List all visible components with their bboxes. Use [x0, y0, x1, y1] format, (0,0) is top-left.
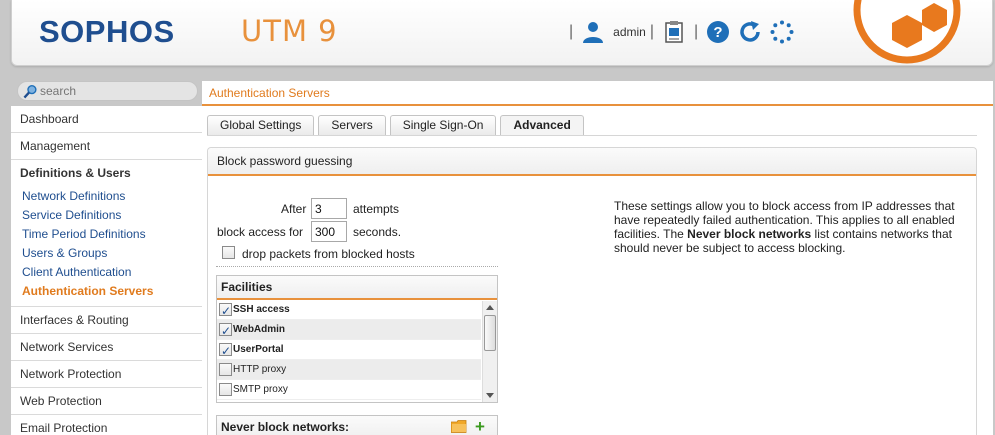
facility-checkbox[interactable] [219, 383, 232, 396]
drop-packets-checkbox[interactable] [222, 246, 235, 259]
tab-advanced[interactable]: Advanced [500, 115, 584, 136]
search-box [17, 81, 198, 101]
divider [207, 135, 977, 136]
block-access-label: block access for [217, 225, 304, 239]
header-tools: | admin | | ? [565, 18, 798, 46]
drop-packets-label: drop packets from blocked hosts [242, 247, 415, 261]
sidebar-item-interfaces-routing[interactable]: Interfaces & Routing [11, 307, 202, 334]
scroll-up-icon[interactable] [486, 305, 494, 310]
never-block-title: Never block networks: [221, 420, 350, 434]
sidebar-subitem-time-period-definitions[interactable]: Time Period Definitions [11, 225, 202, 244]
facilities-box: Facilities SSH access WebAdmin UserPorta… [216, 275, 498, 403]
tab-bar: Global Settings Servers Single Sign-On A… [207, 115, 588, 136]
sidebar-item-management[interactable]: Management [11, 133, 202, 160]
facility-checkbox[interactable] [219, 321, 232, 341]
clipboard-icon[interactable] [662, 20, 686, 44]
sophos-emblem-icon [853, 0, 961, 64]
add-icon[interactable]: + [475, 417, 485, 435]
separator: | [649, 23, 654, 40]
facility-label: WebAdmin [233, 324, 286, 335]
sidebar-nav: Dashboard Management Definitions & Users… [11, 106, 202, 435]
help-icon[interactable]: ? [706, 20, 730, 44]
tab-servers[interactable]: Servers [318, 115, 386, 136]
facilities-list: SSH access WebAdmin UserPortal HTTP prox… [217, 300, 481, 402]
block-password-guessing-section: Block password guessing After attempts b… [207, 147, 977, 435]
facility-http-proxy[interactable]: HTTP proxy [217, 360, 481, 380]
user-icon[interactable] [581, 20, 605, 44]
facilities-scrollbar[interactable] [482, 301, 497, 402]
divider [202, 104, 993, 106]
activity-icon[interactable] [770, 20, 794, 44]
search-input[interactable] [40, 83, 190, 99]
product-name: UTM 9 [241, 14, 338, 48]
facility-label: SMTP proxy [233, 384, 288, 395]
section-title: Block password guessing [208, 148, 976, 176]
tab-global-settings[interactable]: Global Settings [207, 115, 315, 136]
facilities-title: Facilities [217, 276, 497, 300]
scroll-down-icon[interactable] [486, 393, 494, 398]
facility-label: HTTP proxy [233, 364, 287, 375]
facility-ssh-access[interactable]: SSH access [217, 300, 481, 321]
separator: | [569, 23, 574, 40]
facility-userportal[interactable]: UserPortal [217, 340, 481, 361]
sidebar-subitem-network-definitions[interactable]: Network Definitions [11, 187, 202, 206]
separator: | [694, 23, 699, 40]
divider [216, 266, 498, 267]
brand-logo: SOPHOS [39, 14, 175, 49]
facility-smtp-proxy[interactable]: SMTP proxy [217, 380, 481, 400]
scroll-thumb[interactable] [484, 315, 496, 351]
facility-checkbox[interactable] [219, 341, 232, 361]
never-block-networks-box: Never block networks: + [216, 415, 498, 435]
svg-text:?: ? [714, 24, 723, 41]
sidebar-subitem-service-definitions[interactable]: Service Definitions [11, 206, 202, 225]
facility-webadmin[interactable]: WebAdmin [217, 320, 481, 341]
sidebar-subitem-users-groups[interactable]: Users & Groups [11, 244, 202, 263]
app-header: SOPHOS UTM 9 | admin | | ? [11, 0, 993, 66]
facility-label: UserPortal [233, 344, 284, 355]
sidebar-item-web-protection[interactable]: Web Protection [11, 388, 202, 415]
user-name[interactable]: admin [613, 25, 646, 39]
help-text-bold: Never block networks [687, 227, 812, 241]
sidebar-item-network-protection[interactable]: Network Protection [11, 361, 202, 388]
seconds-input[interactable] [311, 221, 347, 242]
breadcrumb: Authentication Servers [209, 86, 330, 100]
seconds-label: seconds. [353, 225, 402, 239]
attempts-label: attempts [353, 202, 400, 216]
facility-checkbox[interactable] [219, 301, 232, 321]
facility-checkbox[interactable] [219, 363, 232, 376]
after-label: After [281, 202, 307, 216]
reload-icon[interactable] [738, 20, 762, 44]
sidebar-item-definitions-users[interactable]: Definitions & Users [11, 160, 202, 187]
help-text: These settings allow you to block access… [614, 199, 974, 255]
sidebar-item-email-protection[interactable]: Email Protection [11, 415, 202, 435]
main-content: Authentication Servers Global Settings S… [202, 81, 993, 435]
search-icon [23, 84, 37, 99]
tab-single-sign-on[interactable]: Single Sign-On [389, 115, 497, 136]
attempts-input[interactable] [311, 198, 347, 219]
facility-label: SSH access [233, 304, 290, 315]
sidebar-item-dashboard[interactable]: Dashboard [11, 106, 202, 133]
folder-icon[interactable] [451, 420, 467, 433]
sidebar-subitem-client-authentication[interactable]: Client Authentication [11, 263, 202, 282]
sidebar-subitem-authentication-servers[interactable]: Authentication Servers [11, 282, 202, 301]
sidebar-item-network-services[interactable]: Network Services [11, 334, 202, 361]
